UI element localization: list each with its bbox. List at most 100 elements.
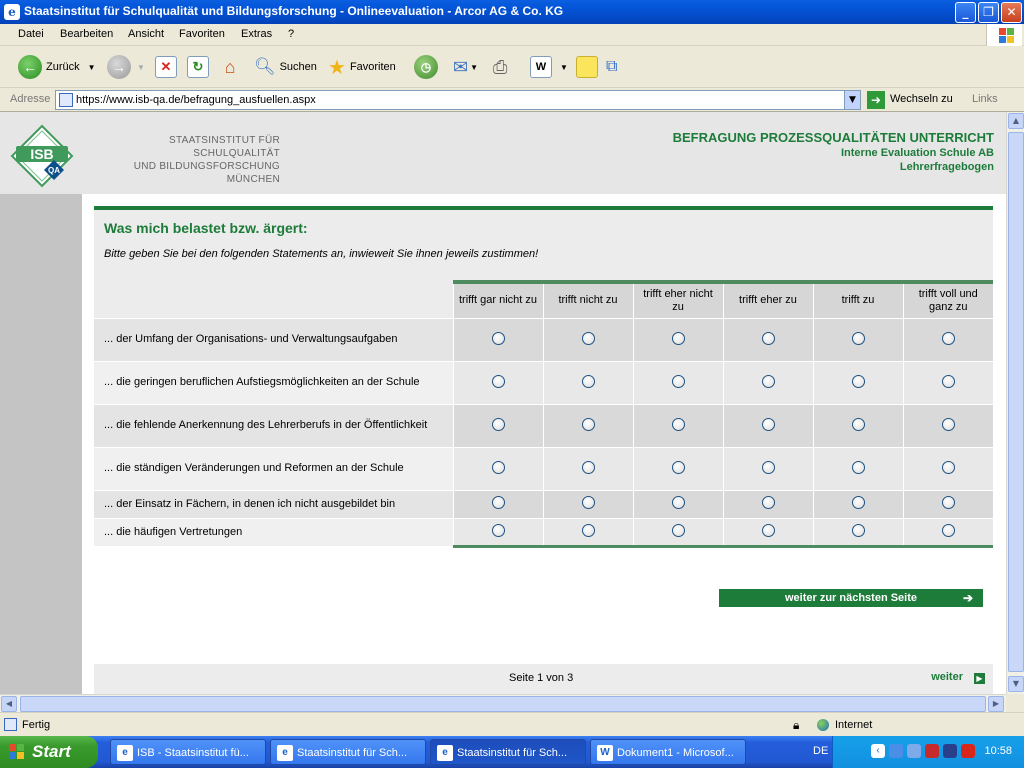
radio-option[interactable]	[491, 496, 505, 509]
back-arrow-icon: ←	[18, 55, 42, 79]
menu-favoriten[interactable]: Favoriten	[179, 28, 225, 40]
chevron-down-icon[interactable]: ▼	[88, 63, 96, 72]
radio-option[interactable]	[581, 374, 595, 388]
radio-option[interactable]	[941, 523, 955, 537]
radio-option[interactable]	[671, 523, 685, 537]
scroll-down-icon[interactable]: ▼	[1008, 676, 1024, 692]
history-button[interactable]: ◷	[414, 54, 438, 80]
home-button[interactable]: ⌂	[219, 54, 241, 80]
taskbar-item[interactable]: W Dokument1 - Microsof...	[590, 739, 746, 765]
reader-icon[interactable]	[961, 744, 975, 758]
taskbar-item[interactable]: e Staatsinstitut für Sch...	[270, 739, 426, 765]
section-title: Was mich belastet bzw. ärgert:	[104, 220, 308, 236]
radio-option[interactable]	[761, 331, 775, 345]
radio-option[interactable]	[581, 496, 595, 509]
radio-option[interactable]	[851, 460, 865, 474]
radio-option[interactable]	[761, 523, 775, 537]
menu-ansicht[interactable]: Ansicht	[128, 28, 164, 40]
radio-option[interactable]	[671, 417, 685, 431]
address-field[interactable]: ▼	[55, 90, 861, 110]
menu-help[interactable]: ?	[288, 28, 294, 40]
forward-button[interactable]: → ▼	[107, 54, 145, 80]
radio-option[interactable]	[761, 496, 775, 509]
menu-extras[interactable]: Extras	[241, 28, 272, 40]
edit-button[interactable]: W ▼	[530, 54, 568, 80]
radio-option[interactable]	[491, 331, 505, 345]
radio-option[interactable]	[671, 460, 685, 474]
radio-option[interactable]	[941, 417, 955, 431]
language-indicator[interactable]: DE	[813, 745, 828, 757]
lock-icon[interactable]: 🔒︎	[793, 718, 799, 733]
start-button[interactable]: Start	[0, 736, 98, 768]
scroll-thumb[interactable]	[1008, 132, 1024, 672]
go-arrow-icon[interactable]: ➜	[867, 91, 885, 109]
menu-bearbeiten[interactable]: Bearbeiten	[60, 28, 113, 40]
radio-option[interactable]	[761, 374, 775, 388]
device-icon[interactable]	[943, 744, 957, 758]
print-button[interactable]: ⎙	[493, 54, 507, 80]
radio-option[interactable]	[491, 460, 505, 474]
messenger-button[interactable]: ⧉	[606, 54, 617, 80]
favorites-button[interactable]: ★ Favoriten	[328, 54, 396, 80]
mail-button[interactable]: ✉ ▼	[453, 54, 478, 80]
close-button[interactable]: ✕	[1001, 2, 1022, 23]
notes-button[interactable]	[576, 54, 598, 80]
favorites-label: Favoriten	[349, 61, 396, 73]
radio-option[interactable]	[671, 496, 685, 509]
stop-icon: ✕	[155, 56, 177, 78]
next-link[interactable]: weiter	[931, 671, 963, 683]
radio-option[interactable]	[491, 374, 505, 388]
window-titlebar[interactable]: e Staatsinstitut für Schulqualität und B…	[0, 0, 1024, 24]
radio-option[interactable]	[851, 523, 865, 537]
radio-option[interactable]	[581, 460, 595, 474]
scroll-thumb[interactable]	[20, 696, 986, 712]
go-button[interactable]: Wechseln zu	[890, 93, 953, 105]
radio-option[interactable]	[671, 374, 685, 388]
radio-option[interactable]	[581, 417, 595, 431]
radio-option[interactable]	[671, 331, 685, 345]
chevron-down-icon[interactable]: ▼	[137, 63, 145, 72]
horizontal-scrollbar[interactable]: ◀ ▶	[0, 694, 1006, 712]
refresh-button[interactable]: ↻	[187, 54, 209, 80]
taskbar-item-active[interactable]: e Staatsinstitut für Sch...	[430, 739, 586, 765]
next-page-button[interactable]: weiter zur nächsten Seite ➔	[719, 589, 983, 607]
radio-option[interactable]	[941, 374, 955, 388]
radio-option[interactable]	[761, 460, 775, 474]
chevron-down-icon[interactable]: ▼	[844, 91, 860, 109]
links-label[interactable]: Links	[972, 93, 998, 105]
radio-option[interactable]	[581, 331, 595, 345]
menu-datei[interactable]: Datei	[18, 28, 44, 40]
radio-option[interactable]	[941, 331, 955, 345]
radio-option[interactable]	[941, 496, 955, 509]
chevron-left-icon[interactable]: ‹	[871, 744, 885, 758]
maximize-button[interactable]: ❐	[978, 2, 999, 23]
radio-option[interactable]	[851, 417, 865, 431]
radio-option[interactable]	[491, 523, 505, 537]
radio-option[interactable]	[941, 460, 955, 474]
minimize-button[interactable]: _	[955, 2, 976, 23]
vertical-scrollbar[interactable]: ▲ ▼	[1006, 112, 1024, 694]
arrow-right-icon[interactable]: ▶	[974, 673, 985, 684]
radio-option[interactable]	[581, 523, 595, 537]
radio-option[interactable]	[851, 331, 865, 345]
monitor-icon[interactable]	[907, 744, 921, 758]
network-icon[interactable]	[889, 744, 903, 758]
logo-text-qa: QA	[48, 166, 60, 175]
chevron-down-icon[interactable]: ▼	[560, 63, 568, 72]
scroll-up-icon[interactable]: ▲	[1008, 113, 1024, 129]
taskbar-item[interactable]: e ISB - Staatsinstitut fü...	[110, 739, 266, 765]
radio-option[interactable]	[851, 374, 865, 388]
url-input[interactable]	[76, 92, 836, 108]
radio-option[interactable]	[491, 417, 505, 431]
scroll-left-icon[interactable]: ◀	[1, 696, 17, 712]
radio-option[interactable]	[851, 496, 865, 509]
search-button[interactable]: 🔍︎ Suchen	[254, 54, 317, 80]
scroll-right-icon[interactable]: ▶	[988, 696, 1004, 712]
radio-option[interactable]	[761, 417, 775, 431]
antivirus-icon[interactable]	[925, 744, 939, 758]
chevron-down-icon[interactable]: ▼	[470, 63, 478, 72]
taskbar: Start e ISB - Staatsinstitut fü... e Sta…	[0, 736, 1024, 768]
back-button[interactable]: ← Zurück ▼	[18, 54, 96, 80]
status-bar: Fertig 🔒︎ Internet	[0, 712, 1024, 736]
stop-button[interactable]: ✕	[155, 54, 177, 80]
